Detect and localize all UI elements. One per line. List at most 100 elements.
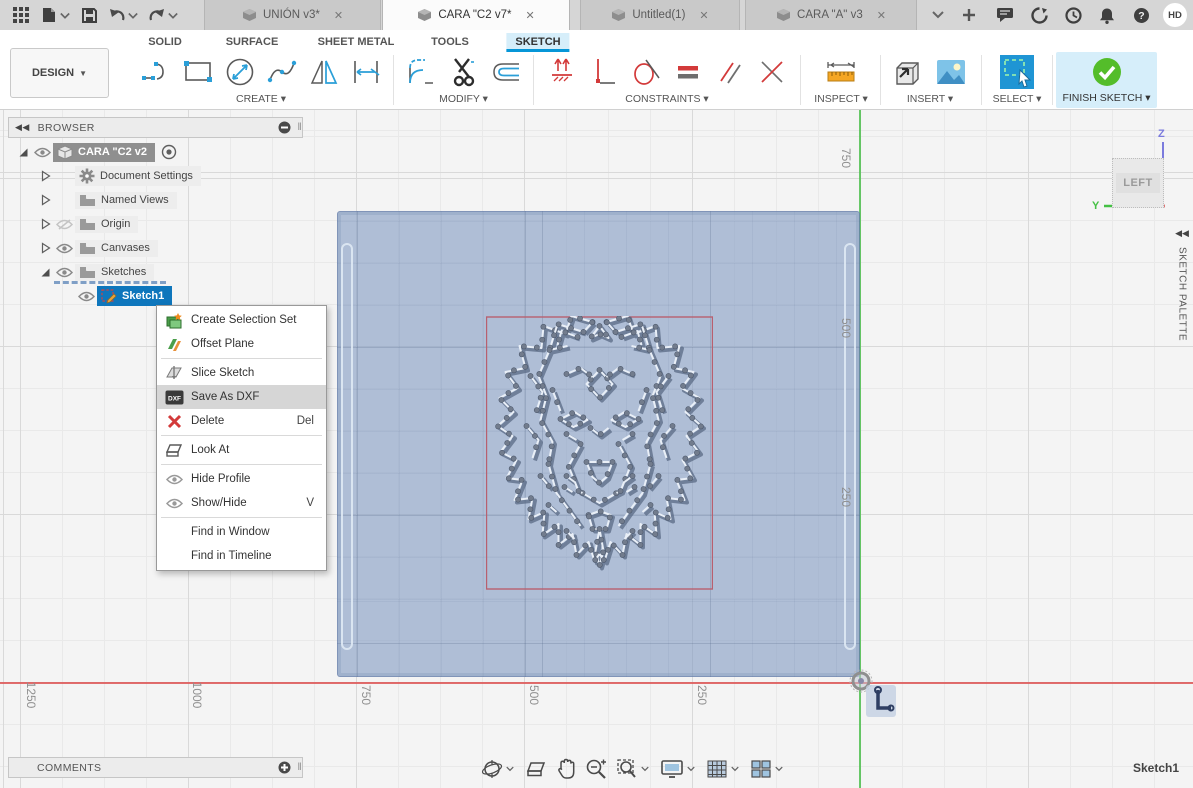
menu-item-delete[interactable]: DeleteDel bbox=[157, 409, 326, 433]
nav-pan-icon[interactable] bbox=[553, 756, 579, 782]
ribbon-tab-sketch[interactable]: SKETCH bbox=[506, 33, 569, 52]
menu-item-find-in-timeline[interactable]: Find in Timeline bbox=[157, 544, 326, 568]
browser-row-sketches[interactable]: Sketches bbox=[8, 260, 308, 284]
help-icon[interactable]: ? bbox=[1128, 2, 1154, 28]
menu-item-offset-plane[interactable]: Offset Plane bbox=[157, 332, 326, 356]
menu-item-look-at[interactable]: Look At bbox=[157, 438, 326, 462]
file-new-icon[interactable] bbox=[36, 2, 62, 28]
ribbon-group-label[interactable]: MODIFY ▾ bbox=[397, 93, 530, 105]
equal-constraint-icon[interactable] bbox=[670, 53, 706, 91]
eye-icon[interactable] bbox=[34, 147, 51, 158]
ribbon-tab-surface[interactable]: SURFACE bbox=[217, 33, 288, 51]
nav-look-at-nav-icon[interactable] bbox=[522, 758, 550, 780]
nav-grid-snaps-icon[interactable] bbox=[703, 757, 744, 781]
circle-minus-icon[interactable] bbox=[278, 121, 291, 134]
trim-tool-icon[interactable] bbox=[446, 53, 482, 91]
mirror-tool-icon[interactable] bbox=[306, 53, 342, 91]
job-status-icon[interactable] bbox=[1026, 2, 1052, 28]
coincident-constraint-icon[interactable] bbox=[544, 53, 580, 91]
rectangle-tool-icon[interactable] bbox=[180, 53, 216, 91]
document-tab[interactable]: Untitled(1)✕ bbox=[580, 0, 740, 30]
tri-expanded-icon[interactable] bbox=[18, 147, 29, 158]
ribbon-tab-tools[interactable]: TOOLS bbox=[422, 33, 478, 51]
eye-icon[interactable] bbox=[56, 267, 73, 278]
dimension-tool-icon[interactable] bbox=[348, 53, 384, 91]
menu-item-save-as-dxf[interactable]: DXFSave As DXF bbox=[157, 385, 326, 409]
activate-radio-icon[interactable] bbox=[161, 144, 177, 160]
fillet-tool-icon[interactable] bbox=[404, 53, 440, 91]
browser-row-pill[interactable]: Canvases bbox=[75, 240, 158, 257]
spline-tool-icon[interactable] bbox=[264, 53, 300, 91]
document-tab[interactable]: UNIÓN v3*✕ bbox=[204, 0, 381, 30]
chevron-down-icon[interactable] bbox=[60, 11, 70, 21]
select-window-icon[interactable] bbox=[999, 53, 1035, 91]
comments-bar[interactable]: COMMENTS ‖ bbox=[8, 757, 303, 778]
chevron-down-icon[interactable] bbox=[128, 11, 138, 21]
app-grid-icon[interactable] bbox=[8, 2, 34, 28]
insert-mesh-icon[interactable] bbox=[891, 53, 927, 91]
eye-icon[interactable] bbox=[78, 291, 95, 302]
browser-row-pill[interactable]: Document Settings bbox=[75, 166, 201, 186]
browser-row-pill[interactable]: Sketches bbox=[75, 264, 154, 281]
nav-viewports-icon[interactable] bbox=[747, 757, 788, 781]
history-icon[interactable] bbox=[1060, 2, 1086, 28]
sketch-palette-tab[interactable]: ◀◀ SKETCH PALETTE bbox=[1173, 228, 1191, 341]
horizontal-vertical-constraint-icon[interactable] bbox=[586, 53, 622, 91]
perpendicular-constraint-icon[interactable] bbox=[754, 53, 790, 91]
plus-icon[interactable] bbox=[956, 2, 982, 28]
browser-row-pill[interactable]: Named Views bbox=[75, 192, 177, 209]
tri-expanded-icon[interactable] bbox=[40, 267, 51, 278]
tangent-constraint-icon[interactable] bbox=[628, 53, 664, 91]
workspace-selector[interactable]: DESIGN ▼ bbox=[10, 48, 109, 98]
tri-collapsed-icon[interactable] bbox=[41, 218, 51, 230]
circle-tool-icon[interactable] bbox=[222, 53, 258, 91]
browser-row-cara-c2-v2[interactable]: CARA "C2 v2 bbox=[8, 140, 308, 164]
browser-row-pill[interactable]: CARA "C2 v2 bbox=[53, 143, 155, 162]
close-icon[interactable]: ✕ bbox=[877, 9, 886, 22]
undo-icon[interactable] bbox=[104, 2, 130, 28]
ribbon-group-label[interactable]: INSPECT ▾ bbox=[808, 93, 874, 105]
browser-row-origin[interactable]: Origin bbox=[8, 212, 308, 236]
document-tab[interactable]: CARA "C2 v7*✕ bbox=[382, 0, 570, 30]
ribbon-group-label[interactable]: CREATE ▾ bbox=[131, 93, 391, 105]
nav-fit-icon[interactable] bbox=[613, 756, 654, 782]
ribbon-group-label[interactable]: SELECT ▾ bbox=[988, 93, 1046, 105]
nav-display-settings-icon[interactable] bbox=[657, 757, 700, 781]
view-cube-face[interactable]: LEFT bbox=[1112, 158, 1164, 208]
circle-plus-icon[interactable] bbox=[278, 761, 291, 774]
parallel-constraint-icon[interactable] bbox=[712, 53, 748, 91]
panel-grip[interactable]: ‖ bbox=[297, 122, 302, 133]
ribbon-group-label[interactable]: CONSTRAINTS ▾ bbox=[538, 93, 796, 105]
close-icon[interactable]: ✕ bbox=[699, 9, 708, 22]
menu-item-create-selection-set[interactable]: Create Selection Set bbox=[157, 308, 326, 332]
viewport-canvas[interactable]: 12501000750500250750500250 Z Y LEFT ◀◀ S… bbox=[0, 110, 1193, 788]
browser-row-pill[interactable]: Origin bbox=[75, 216, 138, 233]
chevron-down-icon[interactable] bbox=[168, 11, 178, 21]
ribbon-tab-solid[interactable]: SOLID bbox=[139, 33, 191, 51]
avatar[interactable]: HD bbox=[1163, 3, 1187, 27]
view-cube[interactable]: Z Y LEFT bbox=[1090, 120, 1180, 220]
browser-row-named-views[interactable]: Named Views bbox=[8, 188, 308, 212]
ribbon-tab-sheet-metal[interactable]: SHEET METAL bbox=[309, 33, 404, 51]
close-icon[interactable]: ✕ bbox=[334, 9, 343, 22]
comment-icon[interactable] bbox=[992, 2, 1018, 28]
panel-grip[interactable]: ‖ bbox=[297, 762, 302, 773]
browser-row-document-settings[interactable]: Document Settings bbox=[8, 164, 308, 188]
eye-off-icon[interactable] bbox=[56, 219, 73, 230]
menu-item-slice-sketch[interactable]: Slice Sketch bbox=[157, 361, 326, 385]
collapse-left-icon[interactable]: ◀◀ bbox=[15, 122, 30, 133]
close-icon[interactable]: ✕ bbox=[525, 9, 534, 22]
offset-tool-icon[interactable] bbox=[488, 53, 524, 91]
menu-item-find-in-window[interactable]: Find in Window bbox=[157, 520, 326, 544]
browser-panel-header[interactable]: ◀◀ BROWSER ‖ bbox=[8, 117, 303, 138]
nav-zoom-icon[interactable] bbox=[582, 756, 610, 782]
menu-item-hide-profile[interactable]: Hide Profile bbox=[157, 467, 326, 491]
insert-image-icon[interactable] bbox=[933, 53, 969, 91]
finish-sketch-button[interactable]: FINISH SKETCH ▾ bbox=[1056, 52, 1157, 108]
measure-icon[interactable] bbox=[823, 53, 859, 91]
arc-tool-icon[interactable] bbox=[138, 53, 174, 91]
browser-row-canvases[interactable]: Canvases bbox=[8, 236, 308, 260]
eye-icon[interactable] bbox=[56, 243, 73, 254]
tri-collapsed-icon[interactable] bbox=[41, 194, 51, 206]
ribbon-group-label[interactable]: INSERT ▾ bbox=[884, 93, 976, 105]
